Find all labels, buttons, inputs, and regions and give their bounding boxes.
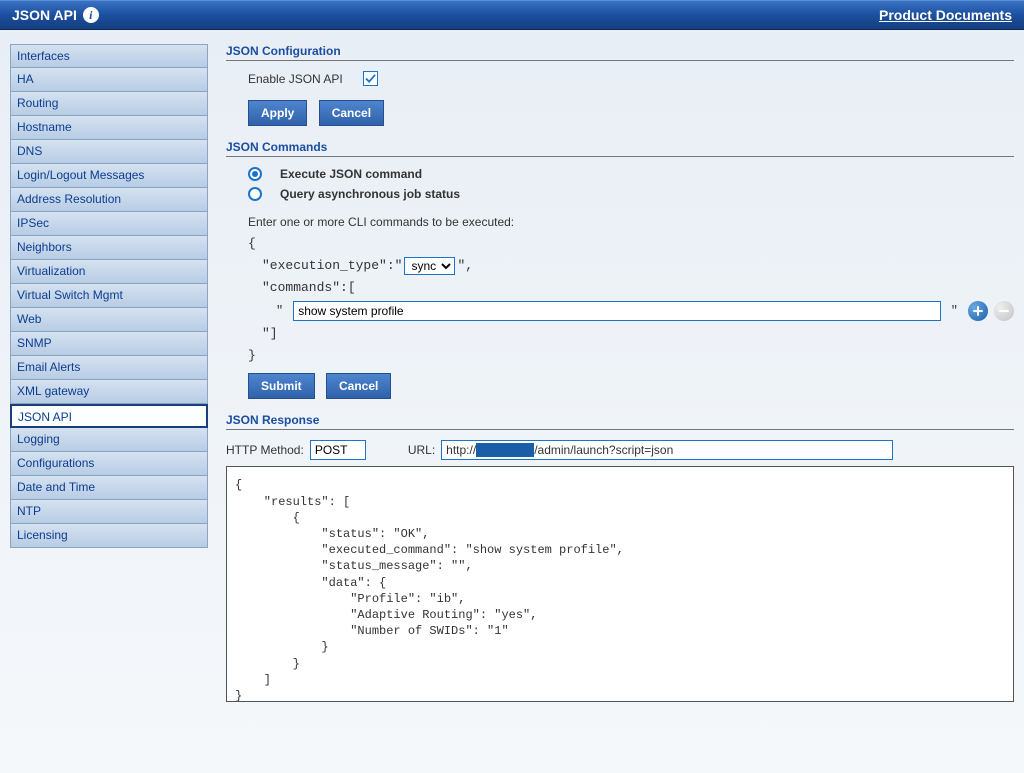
cancel-commands-button[interactable]: Cancel (326, 373, 391, 399)
sidebar-item-json-api[interactable]: JSON API (10, 404, 208, 428)
sidebar-item-virtual-switch-mgmt[interactable]: Virtual Switch Mgmt (10, 284, 208, 308)
enable-json-api-label: Enable JSON API (248, 72, 343, 86)
add-command-button[interactable] (968, 301, 988, 321)
section-json-configuration: JSON Configuration (226, 44, 1014, 61)
sidebar-item-dns[interactable]: DNS (10, 140, 208, 164)
info-icon[interactable]: i (83, 7, 99, 23)
url-redacted-host (476, 443, 534, 457)
url-input[interactable]: http:// /admin/launch?script=json (441, 440, 893, 460)
sidebar-item-licensing[interactable]: Licensing (10, 524, 208, 548)
sidebar-item-login-logout-messages[interactable]: Login/Logout Messages (10, 164, 208, 188)
command-open-quote: " (276, 304, 283, 318)
response-body: { "results": [ { "status": "OK", "execut… (226, 466, 1014, 702)
radio-query-async-status[interactable] (248, 187, 262, 201)
submit-button[interactable]: Submit (248, 373, 315, 399)
sidebar-item-snmp[interactable]: SNMP (10, 332, 208, 356)
url-prefix: http:// (446, 443, 476, 457)
http-method-input[interactable] (310, 440, 366, 460)
sidebar-item-logging[interactable]: Logging (10, 428, 208, 452)
commands-key: "commands":[ (226, 277, 1014, 299)
radio-execute-json-command[interactable] (248, 167, 262, 181)
url-label: URL: (408, 443, 435, 457)
sidebar: InterfacesHARoutingHostnameDNSLogin/Logo… (10, 44, 208, 702)
cancel-config-button[interactable]: Cancel (319, 100, 384, 126)
json-open-brace: { (226, 233, 1014, 255)
sidebar-item-web[interactable]: Web (10, 308, 208, 332)
execution-type-suffix: ", (457, 255, 473, 277)
sidebar-item-routing[interactable]: Routing (10, 92, 208, 116)
radio-execute-label: Execute JSON command (280, 167, 422, 181)
commands-close-bracket: "] (226, 323, 1014, 345)
execution-type-select[interactable]: sync (404, 257, 455, 275)
sidebar-item-interfaces[interactable]: Interfaces (10, 44, 208, 68)
command-close-quote: " (951, 304, 958, 318)
sidebar-item-xml-gateway[interactable]: XML gateway (10, 380, 208, 404)
section-json-response: JSON Response (226, 413, 1014, 430)
sidebar-item-ipsec[interactable]: IPSec (10, 212, 208, 236)
product-documents-link[interactable]: Product Documents (879, 7, 1012, 23)
sidebar-item-configurations[interactable]: Configurations (10, 452, 208, 476)
apply-button[interactable]: Apply (248, 100, 307, 126)
sidebar-item-ntp[interactable]: NTP (10, 500, 208, 524)
sidebar-item-email-alerts[interactable]: Email Alerts (10, 356, 208, 380)
url-suffix: /admin/launch?script=json (534, 443, 673, 457)
page-title: JSON API (12, 7, 77, 23)
section-json-commands: JSON Commands (226, 140, 1014, 157)
sidebar-item-date-and-time[interactable]: Date and Time (10, 476, 208, 500)
enable-json-api-checkbox[interactable] (363, 71, 378, 86)
top-bar: JSON API i Product Documents (0, 0, 1024, 30)
sidebar-item-ha[interactable]: HA (10, 68, 208, 92)
commands-intro-text: Enter one or more CLI commands to be exe… (226, 215, 1014, 229)
execution-type-key: "execution_type":" (262, 255, 402, 277)
main-content: JSON Configuration Enable JSON API Apply… (226, 44, 1014, 702)
sidebar-item-hostname[interactable]: Hostname (10, 116, 208, 140)
remove-command-button (994, 301, 1014, 321)
sidebar-item-virtualization[interactable]: Virtualization (10, 260, 208, 284)
sidebar-item-address-resolution[interactable]: Address Resolution (10, 188, 208, 212)
sidebar-item-neighbors[interactable]: Neighbors (10, 236, 208, 260)
json-close-brace: } (226, 345, 1014, 367)
http-method-label: HTTP Method: (226, 443, 304, 457)
command-input[interactable] (293, 301, 941, 321)
radio-query-label: Query asynchronous job status (280, 187, 460, 201)
